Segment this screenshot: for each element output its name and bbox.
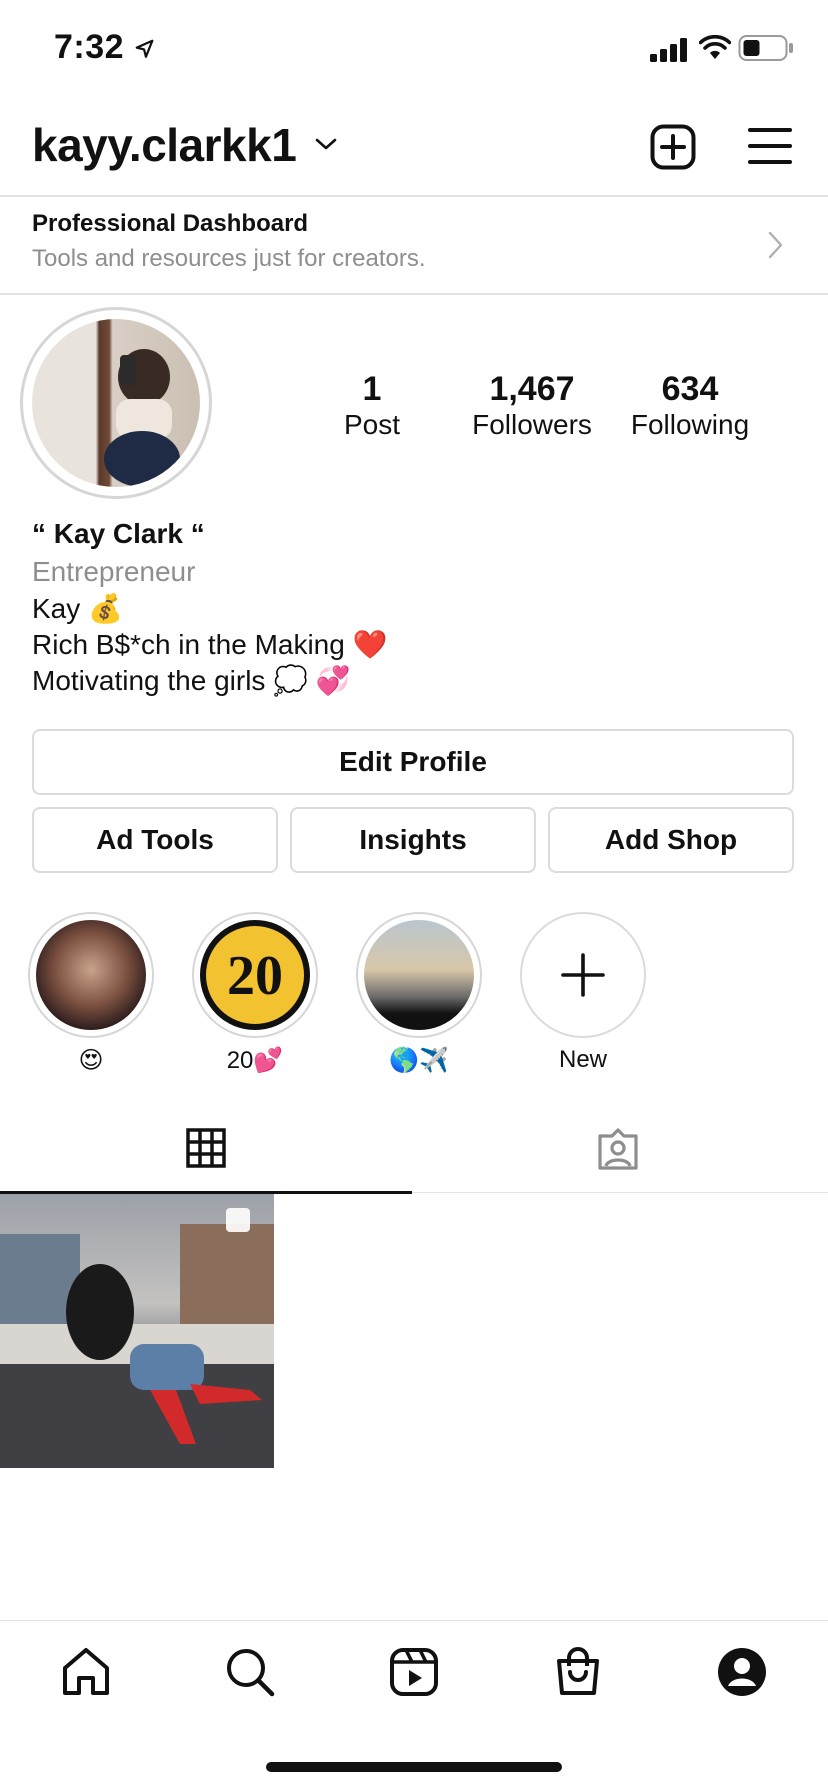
highlight-cover [364, 920, 474, 1030]
highlight-cover: 20 [200, 920, 310, 1030]
new-post-icon[interactable] [650, 124, 696, 170]
highlight-label: New [558, 1046, 607, 1073]
ad-tools-button[interactable]: Ad Tools [32, 807, 278, 873]
location-arrow-icon [135, 39, 154, 58]
stat-following[interactable]: 634 Following [600, 370, 780, 441]
stat-followers-value: 1,467 [489, 370, 575, 408]
reels-icon[interactable] [388, 1646, 440, 1698]
shop-icon[interactable] [552, 1646, 604, 1698]
stat-followers-label: Followers [472, 409, 592, 440]
stat-following-label: Following [630, 409, 750, 440]
username-title[interactable]: kayy.clarkk1 [32, 118, 297, 172]
stat-posts-value: 1 [362, 370, 382, 408]
signal-icon [650, 38, 687, 62]
stat-posts[interactable]: 1 Post [282, 370, 462, 441]
edit-profile-button[interactable]: Edit Profile [32, 729, 794, 795]
header-divider [0, 195, 828, 197]
stat-posts-label: Post [343, 409, 401, 440]
dashboard-subtitle: Tools and resources just for creators. [32, 245, 426, 272]
bio-line: Kay 💰 [32, 593, 123, 624]
svg-text:20: 20 [227, 945, 283, 1007]
highlight-cover [36, 920, 146, 1030]
bottom-nav-divider [0, 1620, 828, 1621]
chevron-right-icon[interactable] [766, 230, 786, 260]
search-icon[interactable] [224, 1646, 276, 1698]
dashboard-divider [0, 293, 828, 295]
home-indicator [266, 1762, 562, 1772]
number-twenty-badge-icon: 20 [206, 926, 304, 1024]
chevron-down-icon[interactable] [314, 136, 338, 152]
highlight-label: 🌎✈️ [389, 1047, 449, 1074]
status-time: 7:32 [54, 28, 125, 66]
highlight-label: 20💕 [226, 1047, 284, 1074]
profile-icon[interactable] [716, 1646, 768, 1698]
display-name: “ Kay Clark “ [32, 518, 205, 549]
highlight-label: 😍 [78, 1047, 104, 1074]
bio-line: Rich B$*ch in the Making ❤️ [32, 629, 388, 660]
profile-category: Entrepreneur [32, 556, 196, 587]
tagged-icon[interactable] [596, 1128, 640, 1170]
home-icon[interactable] [60, 1646, 112, 1698]
tabs-divider [412, 1192, 828, 1193]
insights-button[interactable]: Insights [290, 807, 536, 873]
post-photo [0, 1208, 274, 1468]
bio-line: Motivating the girls 💭 💞 [32, 665, 351, 696]
stat-followers[interactable]: 1,467 Followers [442, 370, 622, 441]
avatar-photo [104, 349, 180, 487]
add-shop-button[interactable]: Add Shop [548, 807, 794, 873]
plus-icon[interactable] [561, 953, 605, 997]
stat-following-value: 634 [661, 370, 719, 408]
avatar[interactable] [32, 319, 200, 487]
wifi-icon [699, 35, 731, 59]
grid-icon[interactable] [186, 1128, 226, 1168]
battery-icon [738, 35, 793, 61]
post-thumbnail[interactable] [0, 1194, 274, 1468]
dashboard-title: Professional Dashboard [32, 210, 309, 237]
menu-icon[interactable] [748, 126, 792, 166]
